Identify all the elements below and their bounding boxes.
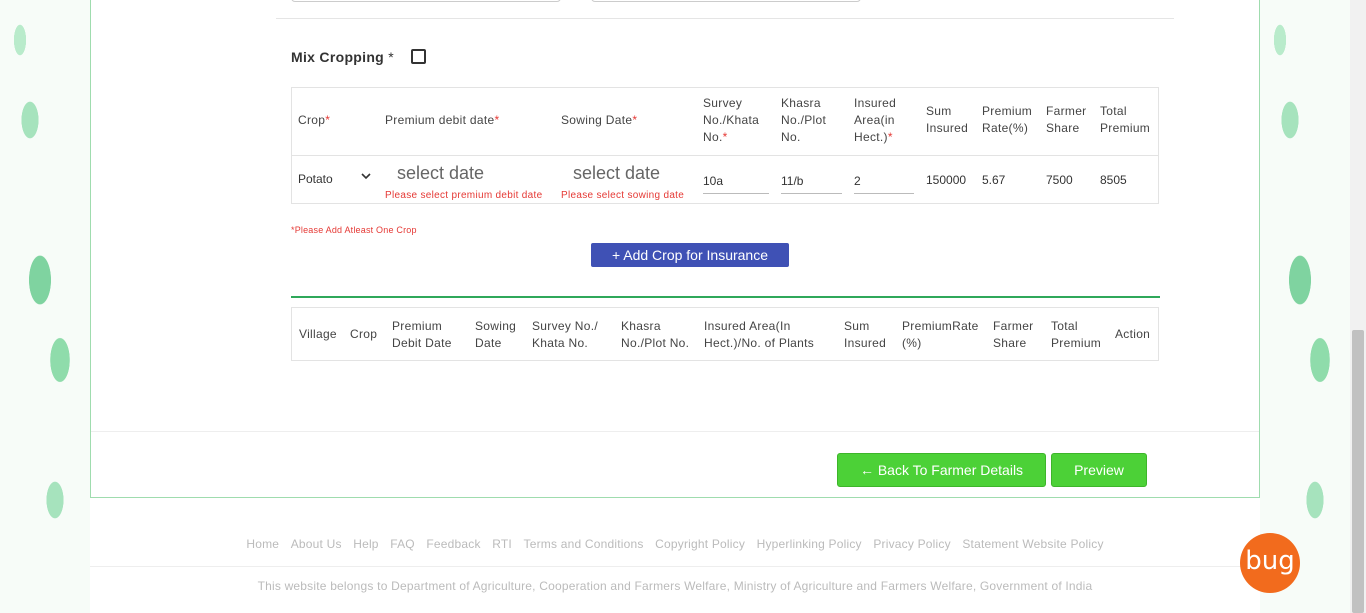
corn-background-left — [0, 0, 90, 613]
summary-header-khasra: Khasra No./Plot No. — [621, 319, 690, 350]
sowing-date-error: Please select sowing date — [561, 190, 685, 201]
top-input-1[interactable] — [291, 0, 561, 2]
premium-date-error: Please select premium debit date — [385, 190, 543, 201]
add-crop-button[interactable]: + Add Crop for Insurance — [591, 243, 789, 267]
preview-button[interactable]: Preview — [1051, 453, 1147, 487]
premium-debit-date-input[interactable]: select date — [397, 163, 484, 184]
summary-header-premium-rate: PremiumRate (%) — [902, 319, 979, 350]
header-farmer-share: Farmer Share — [1046, 104, 1087, 135]
footer-link-terms[interactable]: Terms and Conditions — [524, 537, 644, 551]
summary-header-sowing-date: Sowing Date — [475, 319, 517, 350]
farmer-share-value: 7500 — [1046, 173, 1073, 187]
footer-link-hyperlinking[interactable]: Hyperlinking Policy — [757, 537, 862, 551]
summary-header-total-premium: Total Premium — [1051, 319, 1102, 350]
back-to-farmer-details-button[interactable]: ← Back To Farmer Details — [837, 453, 1046, 487]
footer-link-feedback[interactable]: Feedback — [426, 537, 480, 551]
top-input-2[interactable] — [591, 0, 861, 2]
footer-link-home[interactable]: Home — [246, 537, 279, 551]
sum-insured-value: 150000 — [926, 173, 967, 187]
bug-report-button[interactable]: bug — [1240, 533, 1300, 593]
total-premium-value: 8505 — [1100, 173, 1127, 187]
site-footer: Home About Us Help FAQ Feedback RTI Term… — [90, 499, 1260, 613]
header-sum-insured: Sum Insured — [926, 104, 969, 135]
header-total-premium: Total Premium — [1100, 104, 1151, 135]
mix-cropping-label: Mix Cropping * — [291, 49, 394, 65]
insured-area-input[interactable]: 2 — [854, 168, 914, 194]
summary-header-insured-area: Insured Area(In Hect.)/No. of Plants — [704, 319, 815, 350]
header-premium-debit-date: Premium debit date* — [385, 113, 500, 127]
crop-details-card: Mix Cropping * Crop* Premium debit date*… — [90, 0, 1260, 498]
crop-table-header: Crop* Premium debit date* Sowing Date* S… — [292, 88, 1158, 156]
scrollbar-thumb[interactable] — [1352, 330, 1364, 613]
header-insured-area: Insured Area(in Hect.)* — [854, 96, 897, 144]
summary-header-sum-insured: Sum Insured — [844, 319, 887, 350]
add-crop-error: *Please Add Atleast One Crop — [291, 225, 417, 235]
footer-link-rti[interactable]: RTI — [492, 537, 512, 551]
footer-link-help[interactable]: Help — [353, 537, 378, 551]
header-survey: Survey No./Khata No.* — [703, 96, 760, 144]
footer-link-about[interactable]: About Us — [291, 537, 342, 551]
khasra-input[interactable]: 11/b — [781, 168, 842, 194]
footer-link-faq[interactable]: FAQ — [390, 537, 415, 551]
crop-entry-table: Crop* Premium debit date* Sowing Date* S… — [291, 87, 1159, 204]
header-premium-rate: Premium Rate(%) — [982, 104, 1033, 135]
header-crop: Crop* — [298, 113, 331, 127]
summary-header-premium-date: Premium Debit Date — [392, 319, 452, 350]
header-sowing-date: Sowing Date* — [561, 113, 638, 127]
chevron-down-icon[interactable] — [360, 170, 372, 185]
mix-cropping-checkbox[interactable] — [411, 49, 426, 64]
footer-copyright: This website belongs to Department of Ag… — [257, 579, 1093, 593]
summary-header-village: Village — [299, 327, 337, 341]
footer-link-statement[interactable]: Statement Website Policy — [962, 537, 1103, 551]
header-khasra: Khasra No./Plot No. — [781, 96, 827, 144]
summary-header-crop: Crop — [350, 327, 378, 341]
card-footer-divider — [91, 431, 1259, 432]
footer-link-privacy[interactable]: Privacy Policy — [873, 537, 950, 551]
premium-rate-value: 5.67 — [982, 173, 1006, 187]
sowing-date-input[interactable]: select date — [573, 163, 660, 184]
summary-header-survey: Survey No./Khata No. — [532, 319, 598, 350]
footer-link-copyright[interactable]: Copyright Policy — [655, 537, 745, 551]
footer-divider — [90, 566, 1260, 567]
summary-header-farmer-share: Farmer Share — [993, 319, 1034, 350]
footer-links: Home About Us Help FAQ Feedback RTI Term… — [90, 537, 1260, 551]
section-divider — [276, 18, 1174, 19]
summary-header-action: Action — [1115, 327, 1151, 341]
summary-divider — [291, 296, 1160, 298]
survey-input[interactable]: 10a — [703, 168, 769, 194]
corn-background-right — [1260, 0, 1350, 613]
crop-summary-table: Village Crop Premium Debit Date Sowing Dat… — [291, 307, 1159, 361]
